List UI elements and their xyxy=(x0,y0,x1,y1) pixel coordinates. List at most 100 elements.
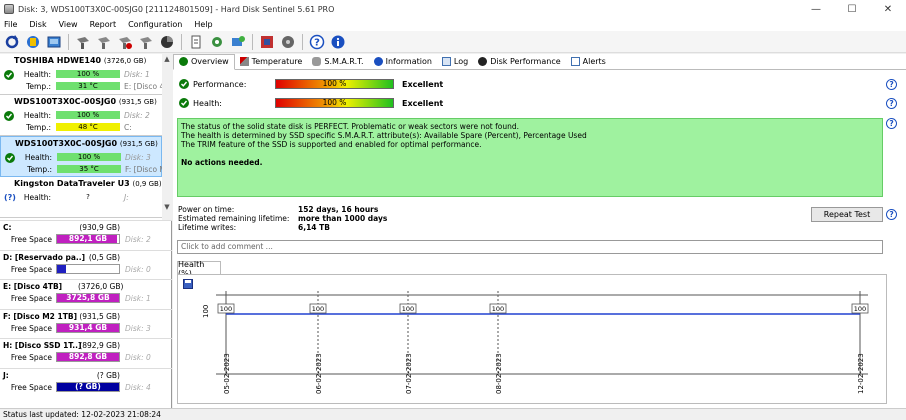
test2-icon[interactable] xyxy=(95,33,113,51)
temp-bar: 35 °C xyxy=(57,165,121,173)
tab-log[interactable]: Log xyxy=(437,54,473,69)
left-pane: TOSHIBA HDWE140 (3726,0 GB) Health: 100 … xyxy=(0,54,172,408)
health-row: Health: 100 % Excellent xyxy=(179,97,899,109)
health-bar: 100 % xyxy=(57,153,121,161)
maximize-button[interactable]: ☐ xyxy=(834,0,870,18)
free-space-bar: 931,4 GB xyxy=(56,322,120,333)
disk-name: WDS100T3X0C-00SJG0 (931,5 GB) xyxy=(14,97,157,106)
disk-name: WDS100T3X0C-00SJG0 (931,5 GB) xyxy=(15,139,158,148)
chart-data-label: 100 xyxy=(402,305,414,313)
health-help-button[interactable]: ? xyxy=(886,98,897,109)
chart-x-tick-label: 06-02-2023 xyxy=(315,353,323,394)
chart-x-tick-label: 08-02-2023 xyxy=(495,353,503,394)
tab-health-chart[interactable]: Health (%) xyxy=(177,260,221,278)
menu-disk[interactable]: Disk xyxy=(23,20,52,29)
right-pane: Overview Temperature S.M.A.R.T. Informat… xyxy=(173,53,906,408)
volume-item[interactable]: H: [Disco SSD 1T..] (892,9 GB) Free Spac… xyxy=(0,338,172,368)
free-space-bar: 3725,8 GB xyxy=(56,293,120,303)
tab-disk-performance[interactable]: Disk Performance xyxy=(473,54,565,69)
chart-data-label: 100 xyxy=(312,305,324,313)
chart-y-tick-label: 100 xyxy=(202,305,210,318)
temp-bar: 31 °C xyxy=(56,82,120,90)
check-icon xyxy=(179,98,189,108)
alert-icon[interactable] xyxy=(229,33,247,51)
test-icon[interactable] xyxy=(74,33,92,51)
free-space-bar: 0,5 GB xyxy=(56,263,120,274)
thermometer-icon xyxy=(239,57,249,66)
close-button[interactable]: ✕ xyxy=(870,0,906,18)
tab-smart[interactable]: S.M.A.R.T. xyxy=(307,54,368,69)
document-icon[interactable] xyxy=(187,33,205,51)
health-bar: 100 % xyxy=(56,70,120,78)
chip-icon[interactable] xyxy=(258,33,276,51)
volume-item[interactable]: C: (930,9 GB) Free Space 892,1 GB Disk: … xyxy=(0,220,172,250)
disk-info-icon[interactable] xyxy=(24,33,42,51)
free-space-bar: 892,1 GB xyxy=(56,234,120,244)
health-value: Excellent xyxy=(402,98,444,108)
chart-data-label: 100 xyxy=(220,305,232,313)
chart-data-label: 100 xyxy=(854,305,866,313)
scroll-up-icon[interactable]: ▲ xyxy=(162,54,172,64)
toolbar: ? xyxy=(0,31,906,53)
disk-name: TOSHIBA HDWE140 (3726,0 GB) xyxy=(14,56,147,65)
disk-item-4[interactable]: Kingston DataTraveler U3 (0,9 GB) (?) He… xyxy=(0,177,162,218)
about-icon[interactable] xyxy=(329,33,347,51)
status-bar: Status last updated: 12-02-2023 21:08:24 xyxy=(0,408,906,420)
check-icon xyxy=(179,79,189,89)
health-chart-svg: 05-02-2023 06-02-2023 07-02-2023 08-02-2023… xyxy=(202,291,869,394)
tab-temperature[interactable]: Temperature xyxy=(235,54,308,69)
chart-data-label: 100 xyxy=(492,305,504,313)
report-icon[interactable] xyxy=(45,33,63,51)
chart-x-tick-label: 12-02-2023 xyxy=(857,353,865,394)
menu-file[interactable]: File xyxy=(0,20,23,29)
menu-view[interactable]: View xyxy=(53,20,84,29)
chart-x-tick-label: 05-02-2023 xyxy=(223,353,231,394)
free-space-bar: (? GB) xyxy=(56,381,120,392)
health-bar: 100 % xyxy=(56,111,120,119)
check-icon xyxy=(179,57,188,66)
scroll-down-icon[interactable]: ▼ xyxy=(162,202,172,212)
help-icon[interactable]: ? xyxy=(308,33,326,51)
tab-overview[interactable]: Overview xyxy=(173,53,235,70)
repeat-test-help-button[interactable]: ? xyxy=(886,209,897,220)
comment-input[interactable]: Click to add comment ... xyxy=(177,240,883,254)
minimize-button[interactable]: — xyxy=(798,0,834,18)
health-chart: 05-02-2023 06-02-2023 07-02-2023 08-02-2023… xyxy=(177,274,887,404)
performance-icon xyxy=(478,57,488,66)
disk-list: TOSHIBA HDWE140 (3726,0 GB) Health: 100 … xyxy=(0,54,172,220)
test3-icon[interactable] xyxy=(116,33,134,51)
tab-information[interactable]: Information xyxy=(369,54,437,69)
menu-help[interactable]: Help xyxy=(188,20,218,29)
performance-row: Performance: 100 % Excellent xyxy=(179,78,899,90)
volume-item[interactable]: D: [Reservado pa..] (0,5 GB) Free Space … xyxy=(0,249,172,280)
disk-item-2[interactable]: WDS100T3X0C-00SJG0 (931,5 GB) Health: 10… xyxy=(0,95,162,136)
app-icon xyxy=(4,4,14,14)
test4-icon[interactable] xyxy=(137,33,155,51)
window-title: Disk: 3, WDS100T3X0C-00SJG0 [21112480150… xyxy=(18,4,335,14)
refresh-icon[interactable] xyxy=(3,33,21,51)
tools-icon[interactable] xyxy=(279,33,297,51)
svg-text:?: ? xyxy=(314,37,320,48)
settings-icon[interactable] xyxy=(208,33,226,51)
tab-bar: Overview Temperature S.M.A.R.T. Informat… xyxy=(173,53,906,70)
disk-item-3[interactable]: WDS100T3X0C-00SJG0 (931,5 GB) Health: 10… xyxy=(0,136,166,177)
volume-item[interactable]: F: [Disco M2 1TB] (931,5 GB) Free Space … xyxy=(0,308,172,339)
disk-list-scrollbar[interactable]: ▲ ▼ xyxy=(162,54,172,220)
repeat-test-button[interactable]: Repeat Test xyxy=(811,207,883,222)
free-space-bar: 892,8 GB xyxy=(56,352,120,362)
disk-item-1[interactable]: TOSHIBA HDWE140 (3726,0 GB) Health: 100 … xyxy=(0,54,164,95)
menu-report[interactable]: Report xyxy=(84,20,123,29)
tab-alerts[interactable]: Alerts xyxy=(566,54,611,69)
smart-icon xyxy=(312,57,322,66)
log-icon xyxy=(441,57,451,66)
performance-bar: 100 % xyxy=(275,79,394,89)
volume-item[interactable]: E: [Disco 4TB] (3726,0 GB) Free Space 37… xyxy=(0,279,172,309)
pie-icon[interactable] xyxy=(158,33,176,51)
menu-bar: File Disk View Report Configuration Help xyxy=(0,18,906,31)
performance-help-button[interactable]: ? xyxy=(886,79,897,90)
status-help-button[interactable]: ? xyxy=(886,118,897,129)
menu-configuration[interactable]: Configuration xyxy=(122,20,188,29)
disk-name: Kingston DataTraveler U3 (0,9 GB) xyxy=(14,179,162,188)
volume-item[interactable]: J: (? GB) Free Space (? GB) Disk: 4 xyxy=(0,367,172,398)
performance-value: Excellent xyxy=(402,79,444,89)
